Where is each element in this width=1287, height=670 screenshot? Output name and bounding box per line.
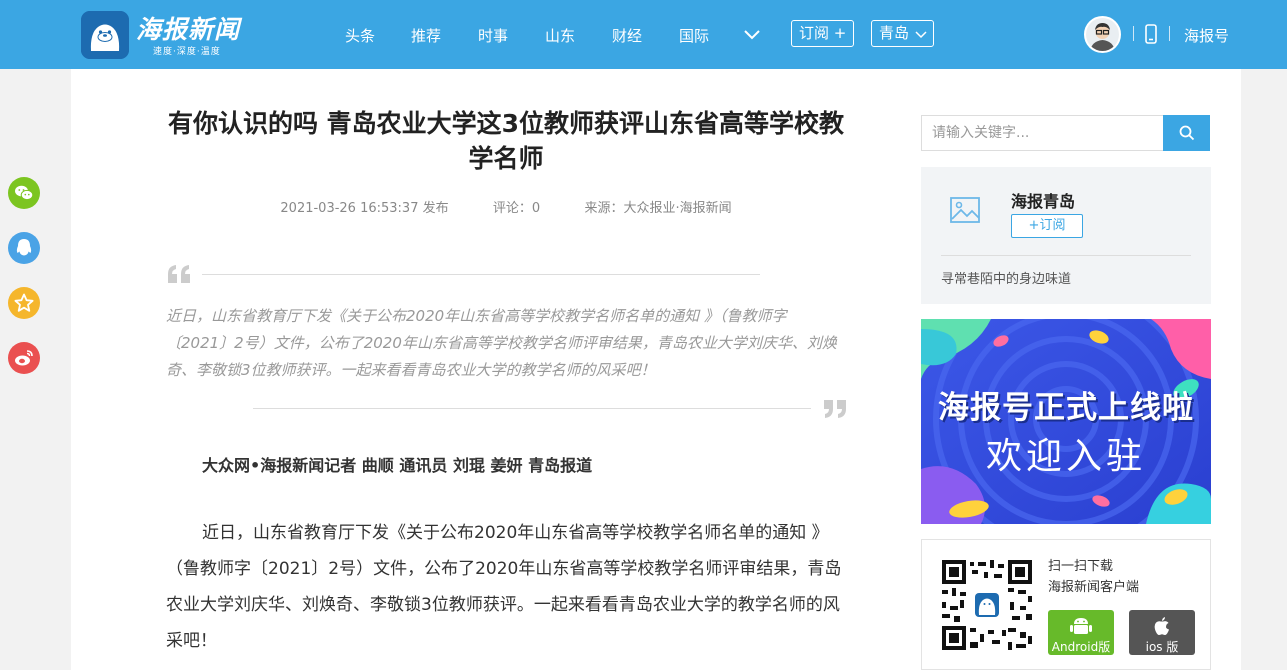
share-qzone-button[interactable] xyxy=(8,287,40,319)
nav-more-button[interactable] xyxy=(743,24,761,48)
city-label: 青岛 xyxy=(879,24,910,42)
ios-download-button[interactable]: ios 版 xyxy=(1129,610,1195,655)
download-prompt-line1: 扫一扫下载 xyxy=(1048,559,1114,574)
nav-item-international[interactable]: 国际 xyxy=(679,25,709,46)
brand-slogan: 速度·深度·温度 xyxy=(153,47,221,57)
search-icon xyxy=(1179,125,1194,141)
brand-name[interactable]: 海报新闻 xyxy=(136,10,240,46)
mobile-app-button[interactable] xyxy=(1145,24,1157,48)
article-summary: 近日，山东省教育厅下发《关于公布2020年山东省高等学校教学名师名单的通知 》（… xyxy=(166,307,837,379)
share-qq-button[interactable] xyxy=(8,232,40,264)
nav-item-shandong[interactable]: 山东 xyxy=(545,25,575,46)
download-prompt: 扫一扫下载 海报新闻客户端 xyxy=(1048,556,1139,598)
qr-code xyxy=(942,560,1032,654)
header-divider xyxy=(1133,26,1134,41)
android-label: Android版 xyxy=(1051,640,1111,654)
search-button[interactable] xyxy=(1163,115,1210,151)
quote-open-icon xyxy=(166,263,192,289)
qq-icon xyxy=(8,232,40,264)
article-paragraph: 近日，山东省教育厅下发《关于公布2020年山东省高等学校教学名师名单的通知 》（… xyxy=(166,523,842,651)
summary-divider-top xyxy=(202,274,760,275)
download-prompt-line2: 海报新闻客户端 xyxy=(1048,580,1140,595)
seal-logo-icon xyxy=(81,11,129,59)
card-divider xyxy=(941,255,1191,256)
share-wechat-button[interactable] xyxy=(8,177,40,209)
header-divider xyxy=(1169,26,1170,41)
nav-item-current-affairs[interactable]: 时事 xyxy=(478,25,508,46)
haibao-account-link[interactable]: 海报号 xyxy=(1184,25,1229,46)
app-download-box: 扫一扫下载 海报新闻客户端 Android版 ios 版 xyxy=(921,539,1211,670)
share-weibo-button[interactable] xyxy=(8,342,40,374)
article-title: 有你认识的吗 青岛农业大学这3位教师获评山东省高等学校教学名师 xyxy=(167,109,845,173)
channel-name[interactable]: 海报青岛 xyxy=(1011,188,1075,212)
wechat-icon xyxy=(8,177,40,209)
promo-banner[interactable]: 海报号正式上线啦 欢迎入驻 xyxy=(921,319,1211,524)
qzone-icon xyxy=(8,287,40,319)
search-input[interactable] xyxy=(921,115,1164,151)
ios-label: ios 版 xyxy=(1145,640,1179,654)
android-download-button[interactable]: Android版 xyxy=(1048,610,1114,655)
logo[interactable] xyxy=(81,11,129,59)
city-select[interactable]: 青岛 xyxy=(871,20,935,47)
comment-count[interactable]: 评论：0 xyxy=(493,197,540,216)
image-placeholder-icon xyxy=(949,194,983,232)
chevron-down-icon xyxy=(915,31,927,39)
subscribe-button[interactable]: 订阅 + xyxy=(791,20,855,47)
banner-subline: 欢迎入驻 xyxy=(985,436,1146,477)
phone-icon xyxy=(1145,24,1157,44)
nav-item-finance[interactable]: 财经 xyxy=(612,25,642,46)
nav-item-headline[interactable]: 头条 xyxy=(345,25,375,46)
quote-close-icon xyxy=(822,398,848,424)
banner-headline: 海报号正式上线啦 xyxy=(938,390,1194,426)
channel-subscribe-button[interactable]: +订阅 xyxy=(1011,214,1083,238)
android-icon xyxy=(1070,618,1092,634)
article-meta: 2021-03-26 16:53:37 发布 评论：0 来源：大众报业·海报新闻 xyxy=(166,197,846,216)
top-header: 海报新闻 速度·深度·温度 头条 推荐 时事 山东 财经 国际 订阅 + 青岛 xyxy=(0,0,1287,69)
weibo-icon xyxy=(8,342,40,374)
summary-divider-bottom xyxy=(253,408,811,409)
channel-description: 寻常巷陌中的身边味道 xyxy=(941,272,1072,287)
nav-item-recommend[interactable]: 推荐 xyxy=(411,25,441,46)
article-byline: 大众网•海报新闻记者 曲顺 通讯员 刘琨 姜妍 青岛报道 xyxy=(202,456,593,475)
avatar-icon xyxy=(1086,18,1119,51)
apple-icon xyxy=(1154,617,1169,635)
article-source: 来源：大众报业·海报新闻 xyxy=(584,201,732,216)
channel-card: 海报青岛 +订阅 寻常巷陌中的身边味道 xyxy=(921,167,1211,304)
user-avatar[interactable] xyxy=(1084,16,1121,53)
chevron-down-icon xyxy=(744,30,760,40)
publish-time: 2021-03-26 16:53:37 发布 xyxy=(280,201,449,216)
